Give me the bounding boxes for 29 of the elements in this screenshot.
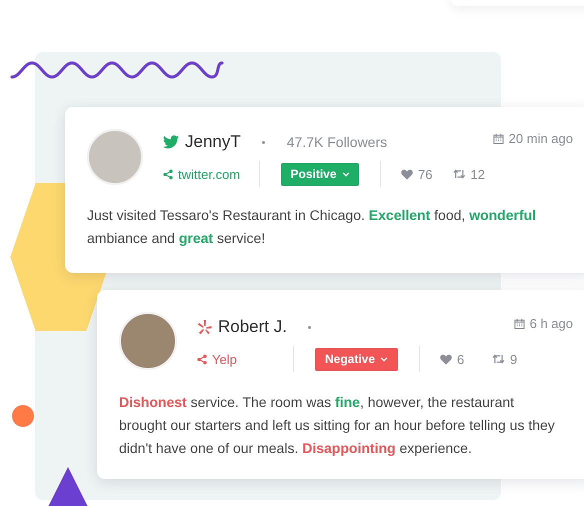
review-text: Dishonest service. The room was fine, however, the restaurant brought our starters and left us sitting for an hour before telling us they didn't have one of our meals. Disappointing experience. — [119, 393, 556, 458]
source-link[interactable]: twitter.com — [178, 166, 240, 182]
post-time: 20 min ago — [508, 131, 573, 146]
separator-dot — [262, 140, 265, 144]
chevron-icon — [380, 356, 388, 362]
triangle-shape — [48, 467, 88, 506]
repost-icon — [453, 169, 466, 179]
chevron-icon — [342, 172, 350, 176]
separator-dot — [308, 326, 311, 328]
repost-count: 12 — [470, 166, 485, 182]
repost-count: 9 — [510, 352, 518, 366]
calendar-icon — [514, 318, 525, 329]
sentiment-dropdown[interactable]: Negative — [315, 348, 398, 370]
share-icon — [197, 354, 207, 364]
sentiment-dropdown[interactable]: Positive — [281, 162, 359, 186]
calendar-icon — [492, 133, 504, 144]
like-count: 6 — [457, 352, 464, 366]
author-name: Robert J. — [218, 317, 287, 337]
source-link[interactable]: Yelp — [212, 352, 237, 366]
post-time: 6 h ago — [530, 316, 573, 331]
heart-icon — [440, 354, 452, 364]
circle-shape — [12, 405, 34, 427]
share-icon — [163, 168, 173, 180]
like-count: 76 — [418, 166, 432, 182]
heart-icon — [401, 168, 413, 180]
author-name: JennyT — [185, 132, 241, 152]
repost-icon — [492, 354, 505, 364]
review-text: Just visited Tessaro's Restaurant in Chicago. Excellent food, wonderful ambiance and great service! — [87, 206, 538, 248]
follower-count: 47.7K Followers — [286, 134, 388, 150]
